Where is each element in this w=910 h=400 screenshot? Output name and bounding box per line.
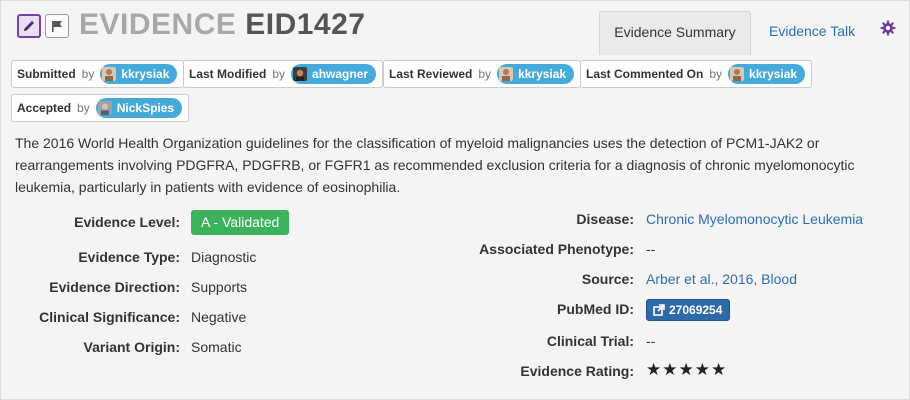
attribution-by: by [709,67,723,81]
username: kkrysiak [121,67,170,81]
clinical-trial-value: -- [646,333,656,349]
source-link[interactable]: Arber et al., 2016, Blood [646,271,797,287]
source-label: Source: [581,271,634,287]
disease-label: Disease: [576,211,634,227]
attribution-label: Last Modified [189,67,267,81]
submitted-card: Submitted by kkrysiak [11,60,185,88]
pubmed-id: 27069254 [669,303,723,317]
username: kkrysiak [518,67,567,81]
evidence-rating-label: Evidence Rating: [520,363,634,379]
evidence-header: EVIDENCE EID1427 Evidence Summary Eviden… [1,1,909,55]
attribution-label: Submitted [17,67,76,81]
username: kkrysiak [749,67,798,81]
attribution-by: by [272,67,286,81]
edit-icon [24,21,34,31]
evidence-description: The 2016 World Health Organization guide… [15,135,855,195]
evidence-level-badge[interactable]: A - Validated [191,210,290,235]
last-reviewed-card: Last Reviewed by kkrysiak [383,60,582,88]
username: ahwagner [312,67,369,81]
attribution-label: Last Commented On [586,67,704,81]
pubmed-label: PubMed ID: [557,301,634,317]
username: NickSpies [116,101,175,115]
external-link-icon [653,304,665,316]
attribution-label: Last Reviewed [389,67,473,81]
evidence-panel: EVIDENCE EID1427 Evidence Summary Eviden… [0,0,910,400]
tab-evidence-summary[interactable]: Evidence Summary [599,11,751,55]
flag-icon [52,21,62,32]
page-title: EVIDENCE EID1427 [79,8,365,42]
attribution-by: by [81,67,95,81]
evidence-type-label: Evidence Type: [78,249,180,265]
avatar [499,67,514,81]
user-pill[interactable]: ahwagner [291,64,377,84]
associated-phenotype-label: Associated Phenotype: [479,241,634,257]
variant-origin-value: Somatic [191,339,242,355]
avatar [730,67,745,81]
clinical-significance-label: Clinical Significance: [39,309,180,325]
accepted-card: Accepted by NickSpies [11,94,190,122]
avatar [102,67,117,81]
gear-icon[interactable] [880,20,896,36]
evidence-id: EID1427 [245,8,366,41]
clinical-trial-label: Clinical Trial: [546,333,634,349]
user-pill[interactable]: kkrysiak [100,64,178,84]
attribution-by: by [77,101,90,115]
user-pill[interactable]: NickSpies [95,98,183,118]
evidence-rating-stars: ★★★★★ [646,360,728,379]
variant-origin-label: Variant Origin: [83,339,180,355]
attribution-label: Accepted [17,101,72,115]
avatar [293,67,308,81]
avatar [97,101,112,115]
last-modified-card: Last Modified by ahwagner [183,60,384,88]
evidence-type-value: Diagnostic [191,249,257,265]
evidence-direction-value: Supports [191,279,248,295]
evidence-level-label: Evidence Level: [74,214,180,230]
clinical-significance-value: Negative [191,309,247,325]
flag-button[interactable] [45,14,69,38]
title-word: EVIDENCE [79,8,237,41]
attribution-by: by [478,67,492,81]
tab-evidence-talk[interactable]: Evidence Talk [769,11,855,51]
edit-button[interactable] [17,14,41,38]
last-commented-card: Last Commented On by kkrysiak [580,60,813,88]
user-pill[interactable]: kkrysiak [728,64,806,84]
evidence-direction-label: Evidence Direction: [49,279,180,295]
associated-phenotype-value: -- [646,241,656,257]
user-pill[interactable]: kkrysiak [497,64,575,84]
pubmed-button[interactable]: 27069254 [646,299,731,321]
disease-link[interactable]: Chronic Myelomonocytic Leukemia [646,211,863,227]
